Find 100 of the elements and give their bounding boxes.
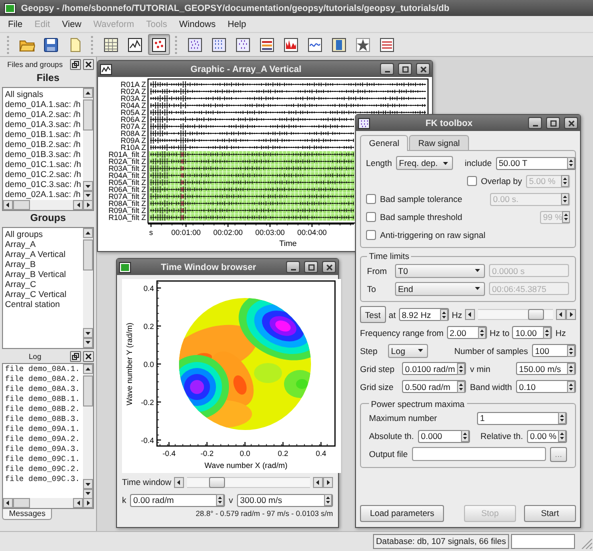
- vertical-scrollbar[interactable]: [83, 228, 93, 348]
- list-item[interactable]: demo_01C.1.sac: /h: [5, 159, 81, 169]
- spin-box[interactable]: 0.00 rad/m: [130, 494, 225, 506]
- spin-arrows-icon[interactable]: [558, 430, 566, 442]
- menu-item[interactable]: File: [3, 18, 28, 30]
- list-item[interactable]: demo_01B.3.sac: /h: [5, 149, 81, 159]
- list-item[interactable]: All signals: [5, 89, 81, 99]
- close-button[interactable]: [416, 63, 430, 75]
- slider-handle[interactable]: [528, 309, 544, 320]
- spin-box[interactable]: 0.0100 rad/m: [402, 362, 466, 376]
- slider-track[interactable]: [478, 309, 553, 320]
- spin-box[interactable]: 1: [477, 412, 567, 425]
- slider-track[interactable]: [187, 476, 310, 488]
- list-item[interactable]: demo_01A.3.sac: /h: [5, 119, 81, 129]
- list-item[interactable]: demo_01C.3.sac: /h: [5, 179, 81, 189]
- spin-box[interactable]: 0.00 %: [527, 430, 567, 443]
- column-icon: [331, 36, 347, 52]
- list-item[interactable]: Array_A: [5, 239, 81, 249]
- list-item[interactable]: Array_A Vertical: [5, 249, 81, 259]
- spin-box[interactable]: 0.10: [516, 380, 576, 394]
- checkbox-label[interactable]: Anti-triggering on raw signal: [380, 230, 486, 240]
- menu-item[interactable]: View: [57, 18, 86, 30]
- list-item[interactable]: demo_02A.1.sac: /h: [5, 189, 81, 199]
- spin-box[interactable]: 150.00 m/s: [516, 362, 576, 376]
- minimize-button[interactable]: [528, 117, 542, 129]
- tab[interactable]: Messages: [2, 509, 52, 520]
- spin-arrows-icon[interactable]: [460, 430, 469, 442]
- button[interactable]: Start: [524, 505, 576, 522]
- spin-arrows-icon[interactable]: [566, 157, 575, 170]
- spin-arrows-icon[interactable]: [440, 308, 448, 321]
- spin-box[interactable]: 0.500 rad/m: [402, 380, 466, 394]
- spin-arrows-icon[interactable]: [562, 211, 570, 224]
- spin-arrows-icon[interactable]: [558, 412, 566, 424]
- spin-box[interactable]: 2.00: [446, 326, 487, 340]
- checkbox-label[interactable]: Bad sample tolerance: [380, 194, 462, 204]
- list-item[interactable]: demo_01B.1.sac: /h: [5, 129, 81, 139]
- spin-arrows-icon[interactable]: [567, 380, 575, 393]
- spin-arrows-icon[interactable]: [216, 494, 224, 506]
- spin-arrows-icon[interactable]: [324, 494, 332, 506]
- toolbar-button[interactable]: [148, 34, 170, 55]
- list-item[interactable]: Array_C: [5, 279, 81, 289]
- slider-handle[interactable]: [208, 476, 225, 488]
- list-item[interactable]: Array_B: [5, 259, 81, 269]
- maximize-button[interactable]: [546, 117, 560, 129]
- checkbox-label[interactable]: Bad sample threshold: [380, 212, 462, 222]
- horizontal-scrollbar[interactable]: [3, 498, 93, 508]
- list-item[interactable]: demo_01A.1.sac: /h: [5, 99, 81, 109]
- spin-arrows-icon[interactable]: [543, 326, 552, 339]
- close-button[interactable]: [322, 261, 336, 273]
- dropdown[interactable]: Log: [388, 344, 428, 358]
- scroll-left-icon[interactable]: [174, 476, 184, 488]
- menu-item[interactable]: Help: [222, 18, 252, 30]
- spin-box[interactable]: 100: [532, 344, 576, 358]
- spin-box[interactable]: 50.00 T: [496, 156, 576, 170]
- spin-box[interactable]: 10.00: [512, 326, 552, 340]
- close-button[interactable]: [564, 117, 578, 129]
- list-item[interactable]: Array_C Vertical: [5, 289, 81, 299]
- spin-arrows-icon[interactable]: [561, 193, 569, 206]
- list-item[interactable]: All groups: [5, 229, 81, 239]
- button[interactable]: Load parameters: [360, 505, 444, 522]
- minimize-button[interactable]: [286, 261, 300, 273]
- menu-item[interactable]: Windows: [174, 18, 221, 30]
- minimize-button[interactable]: [380, 63, 394, 75]
- list-item[interactable]: Central station: [5, 299, 81, 309]
- spin-arrows-icon[interactable]: [456, 380, 465, 393]
- spin-arrows-icon[interactable]: [567, 344, 575, 357]
- float-button[interactable]: [70, 350, 81, 362]
- spin-box[interactable]: 8.92 Hz: [398, 308, 449, 322]
- maximize-button[interactable]: [304, 261, 318, 273]
- vertical-scrollbar[interactable]: [83, 364, 93, 499]
- label: Hz to: [490, 328, 510, 338]
- list-item[interactable]: demo_01C.2.sac: /h: [5, 169, 81, 179]
- scroll-arrows-icon[interactable]: [556, 309, 576, 320]
- checkbox[interactable]: [366, 230, 376, 240]
- float-button[interactable]: [70, 58, 81, 70]
- spin-box[interactable]: 300.00 m/s: [237, 494, 334, 506]
- horizontal-scrollbar[interactable]: [3, 200, 93, 210]
- checkbox[interactable]: [466, 176, 477, 186]
- scroll-arrows-icon[interactable]: [313, 476, 333, 488]
- spin-arrows-icon[interactable]: [561, 175, 569, 188]
- list-item[interactable]: demo_01A.2.sac: /h: [5, 109, 81, 119]
- checkbox-label[interactable]: Overlap by: [480, 176, 522, 186]
- spin-arrows-icon[interactable]: [567, 362, 575, 375]
- close-button[interactable]: [83, 350, 94, 362]
- text-field[interactable]: [412, 447, 546, 462]
- dropdown[interactable]: Freq. dep.: [396, 156, 453, 170]
- list-item[interactable]: Array_B Vertical: [5, 269, 81, 279]
- test-button[interactable]: Test: [360, 306, 386, 324]
- close-button[interactable]: [83, 58, 94, 70]
- spin-arrows-icon[interactable]: [478, 326, 486, 339]
- checkbox[interactable]: [366, 194, 376, 204]
- spin-arrows-icon[interactable]: [457, 362, 465, 375]
- list-item[interactable]: demo_01B.2.sac: /h: [5, 139, 81, 149]
- tab[interactable]: Raw signal: [409, 135, 469, 150]
- spin-box[interactable]: 0.000: [418, 430, 470, 443]
- scroll-left-icon[interactable]: [465, 309, 476, 320]
- maximize-button[interactable]: [398, 63, 412, 75]
- checkbox[interactable]: [366, 212, 376, 222]
- vertical-scrollbar[interactable]: [83, 88, 93, 201]
- tab[interactable]: General: [360, 135, 408, 152]
